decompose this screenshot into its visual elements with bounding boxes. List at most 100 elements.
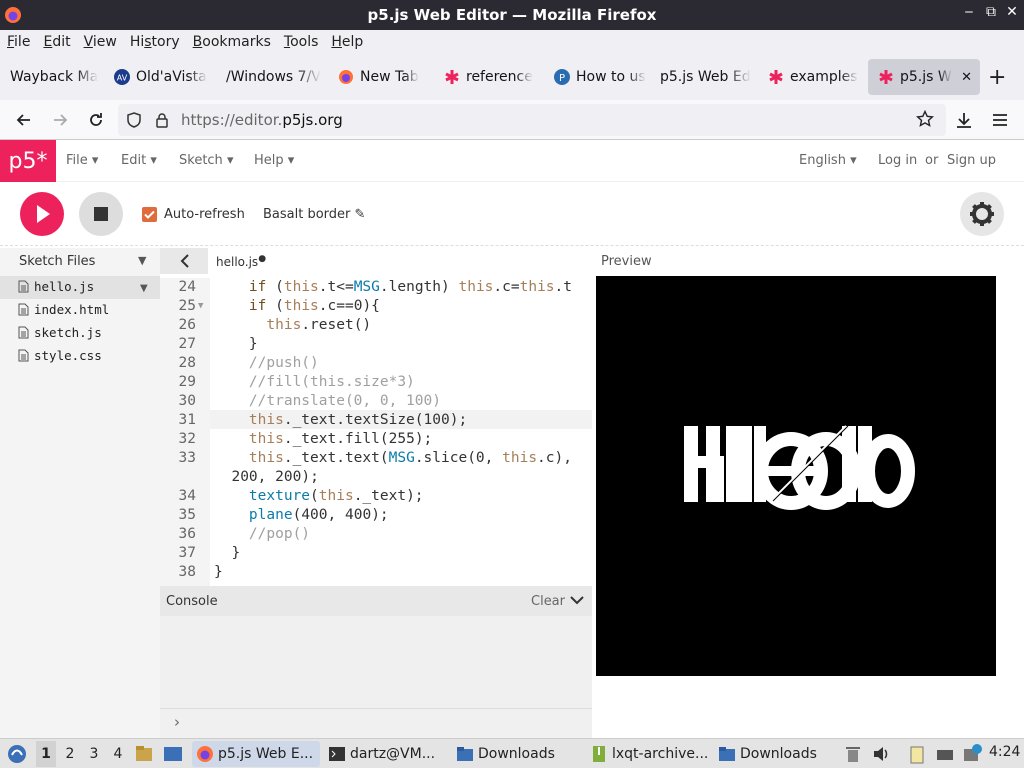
minimize-icon[interactable]: ‒ bbox=[958, 4, 980, 20]
code-text[interactable]: if (this.c==0){ bbox=[214, 297, 380, 316]
code-line[interactable]: 37 } bbox=[160, 544, 592, 563]
workspace-button[interactable]: 2 bbox=[60, 741, 80, 767]
file-manager-icon[interactable] bbox=[134, 744, 154, 764]
forward-icon[interactable] bbox=[50, 110, 70, 130]
restore-icon[interactable]: ⧉ bbox=[980, 4, 1002, 20]
code-text[interactable]: if (this.t<=MSG.length) this.c=this.t bbox=[214, 278, 572, 297]
clipboard-icon[interactable] bbox=[907, 744, 927, 764]
console-clear-button[interactable]: Clear bbox=[531, 594, 565, 609]
hamburger-menu-icon[interactable] bbox=[990, 110, 1010, 130]
code-line[interactable]: 25 if (this.c==0){▼ bbox=[160, 297, 592, 316]
code-text[interactable]: } bbox=[214, 335, 258, 354]
file-item[interactable]: style.css bbox=[18, 348, 102, 363]
clock[interactable]: 4:24 bbox=[989, 744, 1020, 760]
browser-tab[interactable]: New Tab bbox=[328, 59, 434, 95]
menu-help[interactable]: Help bbox=[331, 34, 363, 50]
code-line[interactable]: 33 this._text.text(MSG.slice(0, this.c), bbox=[160, 449, 592, 468]
browser-tab[interactable]: p5.js Web Ed bbox=[650, 59, 758, 95]
url-text[interactable]: https://editor.p5js.org bbox=[181, 111, 343, 129]
file-options-icon[interactable]: ▼ bbox=[140, 283, 148, 294]
sketch-name[interactable]: Basalt border ✎ bbox=[263, 207, 365, 222]
browser-tab[interactable]: examples bbox=[758, 59, 868, 95]
code-text[interactable]: this.reset() bbox=[214, 316, 371, 335]
fold-icon[interactable]: ▼ bbox=[198, 297, 203, 316]
browser-tab[interactable]: /Windows 7/V bbox=[216, 59, 328, 95]
code-text[interactable]: //translate(0, 0, 100) bbox=[214, 392, 441, 411]
code-line[interactable]: 200, 200); bbox=[160, 468, 592, 487]
code-text[interactable]: this._text.text(MSG.slice(0, this.c), bbox=[214, 449, 572, 468]
taskbar-item[interactable]: dartz@VM... bbox=[328, 742, 435, 766]
code-text[interactable]: this._text.textSize(100); bbox=[214, 411, 467, 430]
code-line[interactable]: 24 if (this.t<=MSG.length) this.c=this.t bbox=[160, 278, 592, 297]
menu-history[interactable]: History bbox=[130, 34, 180, 50]
taskbar-item[interactable]: p5.js Web E... bbox=[196, 742, 313, 766]
code-line[interactable]: 26 this.reset() bbox=[160, 316, 592, 335]
code-text[interactable]: texture(this._text); bbox=[214, 487, 424, 506]
p5-menu-help[interactable]: Help ▾ bbox=[254, 153, 294, 168]
workspace-button[interactable]: 4 bbox=[108, 741, 128, 767]
p5-menu-file[interactable]: File ▾ bbox=[66, 153, 98, 168]
code-text[interactable]: //fill(this.size*3) bbox=[214, 373, 415, 392]
menu-file[interactable]: File bbox=[7, 34, 30, 50]
updates-icon[interactable] bbox=[962, 743, 982, 763]
code-line[interactable]: 28 //push() bbox=[160, 354, 592, 373]
taskbar-item[interactable]: Downloads bbox=[456, 742, 555, 766]
code-text[interactable]: plane(400, 400); bbox=[214, 506, 389, 525]
downloads-icon[interactable] bbox=[954, 110, 974, 130]
file-item[interactable]: hello.js bbox=[18, 279, 94, 294]
chevron-down-icon[interactable]: ▼ bbox=[138, 254, 146, 267]
signup-link[interactable]: Sign up bbox=[947, 153, 996, 168]
code-line[interactable]: 34 texture(this._text); bbox=[160, 487, 592, 506]
file-item[interactable]: sketch.js bbox=[18, 325, 102, 340]
p5-menu-edit[interactable]: Edit ▾ bbox=[121, 153, 157, 168]
settings-button[interactable] bbox=[960, 192, 1004, 236]
auto-refresh-checkbox[interactable] bbox=[142, 207, 157, 222]
chevron-down-icon[interactable] bbox=[569, 594, 585, 608]
lock-icon[interactable] bbox=[154, 112, 170, 128]
p5-menu-sketch[interactable]: Sketch ▾ bbox=[179, 153, 233, 168]
code-line[interactable]: 38} bbox=[160, 563, 592, 582]
code-line[interactable]: 32 this._text.fill(255); bbox=[160, 430, 592, 449]
menu-bookmarks[interactable]: Bookmarks bbox=[193, 34, 271, 50]
editor-file-tab[interactable]: hello.js● bbox=[216, 254, 266, 269]
reload-icon[interactable] bbox=[86, 110, 106, 130]
stop-button[interactable] bbox=[79, 192, 123, 236]
code-line[interactable]: 36 //pop() bbox=[160, 525, 592, 544]
p5-logo[interactable]: p5* bbox=[0, 140, 56, 182]
new-tab-icon[interactable]: + bbox=[988, 65, 1006, 90]
workspace-button[interactable]: 1 bbox=[36, 741, 56, 767]
workspace-button[interactable]: 3 bbox=[84, 741, 104, 767]
close-tab-icon[interactable]: ✕ bbox=[961, 70, 972, 85]
code-text[interactable]: //pop() bbox=[214, 525, 310, 544]
browser-tab[interactable]: P How to us bbox=[544, 59, 650, 95]
code-line[interactable]: 30 //translate(0, 0, 100) bbox=[160, 392, 592, 411]
login-link[interactable]: Log in bbox=[878, 153, 917, 168]
play-button[interactable] bbox=[20, 192, 64, 236]
code-text[interactable]: //push() bbox=[214, 354, 319, 373]
close-icon[interactable]: ✕ bbox=[1001, 4, 1023, 20]
url-bar[interactable]: https://editor.p5js.org bbox=[118, 104, 946, 136]
language-select[interactable]: English ▾ bbox=[799, 153, 857, 168]
browser-tab[interactable]: AV Old'aVista bbox=[104, 59, 216, 95]
menu-view[interactable]: View bbox=[84, 34, 117, 50]
menu-tools[interactable]: Tools bbox=[284, 34, 319, 50]
file-item[interactable]: index.html bbox=[18, 302, 109, 317]
volume-icon[interactable] bbox=[871, 744, 891, 764]
bookmark-star-icon[interactable] bbox=[916, 110, 934, 128]
code-text[interactable]: this._text.fill(255); bbox=[214, 430, 432, 449]
menu-edit[interactable]: Edit bbox=[43, 34, 70, 50]
code-line[interactable]: 27 } bbox=[160, 335, 592, 354]
browser-tab[interactable]: Wayback Ma bbox=[0, 59, 104, 95]
show-desktop-icon[interactable] bbox=[163, 744, 183, 764]
trash-icon[interactable] bbox=[843, 744, 863, 764]
code-text[interactable]: } bbox=[214, 563, 223, 582]
code-text[interactable]: } bbox=[214, 544, 240, 563]
back-icon[interactable] bbox=[14, 110, 34, 130]
taskbar-item[interactable]: Downloads bbox=[718, 742, 817, 766]
start-menu-icon[interactable] bbox=[6, 743, 28, 765]
sketch-canvas[interactable] bbox=[596, 276, 996, 676]
code-line[interactable]: 31 this._text.textSize(100); bbox=[160, 411, 592, 430]
shield-icon[interactable] bbox=[126, 112, 142, 128]
browser-tab[interactable]: p5.js W ✕ bbox=[868, 59, 980, 95]
taskbar-item[interactable]: lxqt-archive... bbox=[590, 742, 708, 766]
